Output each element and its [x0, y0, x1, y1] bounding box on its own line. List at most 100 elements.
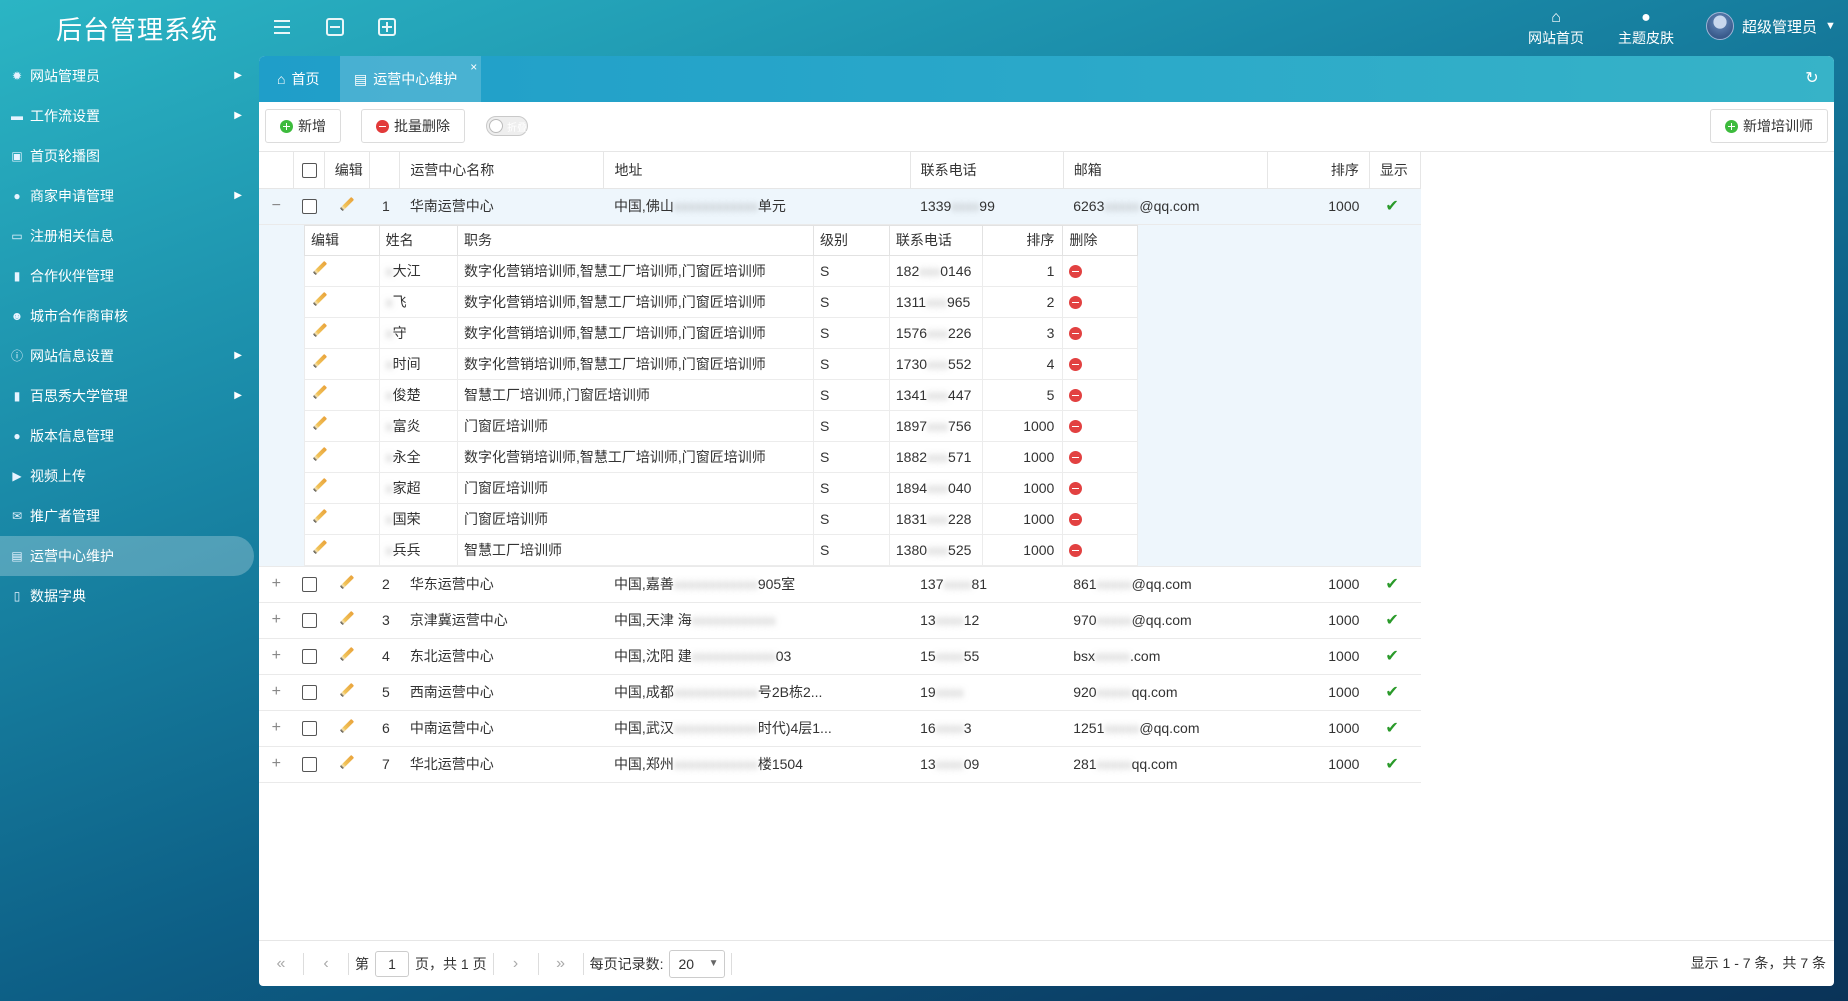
trainer-row[interactable]: x永全 数字化营销培训师,智慧工厂培训师,门窗匠培训师 S 1882xxx571 100… — [304, 440, 1138, 473]
pencil-icon[interactable] — [338, 575, 354, 591]
pencil-icon[interactable] — [338, 755, 354, 771]
page-number-input[interactable]: 1 — [375, 950, 409, 977]
delete-icon[interactable] — [1069, 513, 1083, 527]
trainer-row[interactable]: x国荣 门窗匠培训师 S 1831xxx228 1000 — [304, 502, 1138, 535]
pencil-icon[interactable] — [311, 292, 327, 308]
sidebar-item-13[interactable]: ▯ 数据字典 — [0, 576, 256, 616]
sidebar-item-3[interactable]: ● 商家申请管理 ▶ — [0, 176, 256, 216]
menu-toggle-icon[interactable] — [272, 16, 294, 38]
sidebar-item-10[interactable]: ▶ 视频上传 — [0, 456, 256, 496]
delete-icon[interactable] — [1069, 544, 1083, 558]
sidebar-item-12[interactable]: ▤ 运营中心维护 — [0, 536, 254, 576]
row-checkbox[interactable] — [301, 199, 317, 215]
trainer-row[interactable]: x俊楚 智慧工厂培训师,门窗匠培训师 S 1341xxx447 5 — [304, 378, 1138, 411]
table-row[interactable]: +7 华北运营中心 中国,郑州xxxxxxxxxxxx楼1504 13xxxx09 28… — [259, 746, 1421, 783]
expand-row-icon[interactable]: + — [272, 719, 281, 736]
table-row[interactable]: +3 京津冀运营中心 中国,天津 海xxxxxxxxxxxx 13xxxx12 970x… — [259, 602, 1421, 639]
pencil-icon[interactable] — [311, 354, 327, 370]
expand-all-icon[interactable] — [378, 18, 396, 36]
sidebar-item-11[interactable]: ✉ 推广者管理 — [0, 496, 256, 536]
trainer-header-phone[interactable]: 联系电话 — [888, 224, 984, 256]
delete-icon[interactable] — [1069, 296, 1083, 310]
sidebar-item-0[interactable]: ✹ 网站管理员 ▶ — [0, 56, 256, 96]
pencil-icon[interactable] — [311, 478, 327, 494]
collapse-all-icon[interactable] — [326, 18, 344, 36]
delete-icon[interactable] — [1069, 389, 1083, 403]
pencil-icon[interactable] — [311, 323, 327, 339]
first-page-icon[interactable]: « — [265, 955, 297, 973]
sidebar-item-1[interactable]: ▬ 工作流设置 ▶ — [0, 96, 256, 136]
refresh-icon[interactable]: ↻ — [1802, 69, 1822, 89]
sidebar-item-7[interactable]: ⓘ 网站信息设置 ▶ — [0, 336, 256, 376]
delete-icon[interactable] — [1069, 358, 1083, 372]
trainer-header-level[interactable]: 级别 — [813, 224, 890, 256]
select-all-checkbox[interactable] — [302, 163, 318, 179]
delete-icon[interactable] — [1069, 482, 1083, 496]
header-address[interactable]: 地址 — [603, 152, 911, 189]
pencil-icon[interactable] — [338, 719, 354, 735]
trainer-row[interactable]: x飞 数字化营销培训师,智慧工厂培训师,门窗匠培训师 S 1311xxx965 2 — [304, 285, 1138, 318]
pencil-icon[interactable] — [338, 647, 354, 663]
sidebar-item-9[interactable]: ● 版本信息管理 — [0, 416, 256, 456]
pencil-icon[interactable] — [311, 540, 327, 556]
site-home-link[interactable]: ⌂ 网站首页 — [1516, 8, 1596, 48]
table-row[interactable]: +2 华东运营中心 中国,嘉善xxxxxxxxxxxx905室 137xxxx81 86… — [259, 566, 1421, 603]
expand-row-icon[interactable]: + — [272, 647, 281, 664]
trainer-row[interactable]: x富炎 门窗匠培训师 S 1897xxx756 1000 — [304, 409, 1138, 442]
row-checkbox[interactable] — [301, 721, 317, 737]
header-email[interactable]: 邮箱 — [1063, 152, 1268, 189]
header-center-name[interactable]: 运营中心名称 — [399, 152, 605, 189]
row-checkbox[interactable] — [301, 577, 317, 593]
table-row[interactable]: +6 中南运营中心 中国,武汉xxxxxxxxxxxx时代)4层1... 16xxxx… — [259, 710, 1421, 747]
trainer-row[interactable]: x大江 数字化营销培训师,智慧工厂培训师,门窗匠培训师 S 182xxx0146 1 — [304, 254, 1138, 287]
pencil-icon[interactable] — [338, 683, 354, 699]
sidebar-item-8[interactable]: ▮ 百思秀大学管理 ▶ — [0, 376, 256, 416]
header-sort[interactable]: 排序 — [1267, 152, 1370, 189]
header-phone[interactable]: 联系电话 — [910, 152, 1064, 189]
pencil-icon[interactable] — [311, 416, 327, 432]
page-size-select[interactable]: 20 — [669, 949, 726, 978]
delete-icon[interactable] — [1069, 451, 1083, 465]
sidebar-item-6[interactable]: ☻ 城市合作商审核 — [0, 296, 256, 336]
row-checkbox[interactable] — [301, 649, 317, 665]
row-checkbox[interactable] — [301, 757, 317, 773]
user-menu[interactable]: 超级管理员 ▼ — [1706, 12, 1836, 40]
row-checkbox[interactable] — [301, 613, 317, 629]
trainer-row[interactable]: x兵兵 智慧工厂培训师 S 1380xxx525 1000 — [304, 533, 1138, 565]
pencil-icon[interactable] — [338, 611, 354, 627]
prev-page-icon[interactable]: ‹ — [310, 955, 342, 973]
next-page-icon[interactable]: › — [500, 955, 532, 973]
trainer-header-duty[interactable]: 职务 — [457, 224, 815, 256]
sidebar-item-4[interactable]: ▭ 注册相关信息 — [0, 216, 256, 256]
add-button[interactable]: 新增 — [265, 109, 341, 143]
delete-icon[interactable] — [1069, 327, 1083, 341]
table-row[interactable]: −1 华南运营中心 中国,佛山xxxxxxxxxxxx单元 1339xxxx99 626… — [259, 188, 1421, 225]
trainer-row[interactable]: x守 数字化营销培训师,智慧工厂培训师,门窗匠培训师 S 1576xxx226 3 — [304, 316, 1138, 349]
expand-row-icon[interactable]: + — [272, 575, 281, 592]
trainer-row[interactable]: x家超 门窗匠培训师 S 1894xxx040 1000 — [304, 471, 1138, 504]
table-row[interactable]: +5 西南运营中心 中国,成都xxxxxxxxxxxx号2B栋2... 19xxxx 9… — [259, 674, 1421, 711]
trainer-header-sort[interactable]: 排序 — [982, 224, 1064, 256]
collapse-row-icon[interactable]: − — [272, 197, 281, 214]
table-row[interactable]: +4 东北运营中心 中国,沈阳 建xxxxxxxxxxxx03 15xxxx55 bsx… — [259, 638, 1421, 675]
expand-row-icon[interactable]: + — [272, 611, 281, 628]
pencil-icon[interactable] — [311, 447, 327, 463]
sidebar-item-2[interactable]: ▣ 首页轮播图 — [0, 136, 256, 176]
pencil-icon[interactable] — [311, 385, 327, 401]
trainer-row[interactable]: x时间 数字化营销培训师,智慧工厂培训师,门窗匠培训师 S 1730xxx552 4 — [304, 347, 1138, 380]
expand-row-icon[interactable]: + — [272, 755, 281, 772]
expand-row-icon[interactable]: + — [272, 683, 281, 700]
trainer-header-name[interactable]: 姓名 — [378, 224, 459, 256]
row-checkbox[interactable] — [301, 685, 317, 701]
tab-operation-center[interactable]: ▤ 运营中心维护 × — [340, 56, 482, 102]
delete-icon[interactable] — [1069, 420, 1083, 434]
collapse-toggle[interactable]: 折叠 — [486, 116, 528, 136]
last-page-icon[interactable]: » — [545, 955, 577, 973]
close-icon[interactable]: × — [470, 56, 477, 90]
pencil-icon[interactable] — [311, 509, 327, 525]
tab-home[interactable]: ⌂ 首页 — [263, 56, 333, 102]
pencil-icon[interactable] — [338, 197, 354, 213]
header-show[interactable]: 显示 — [1369, 152, 1422, 189]
delete-icon[interactable] — [1069, 265, 1083, 279]
add-trainer-button[interactable]: 新增培训师 — [1710, 109, 1828, 143]
